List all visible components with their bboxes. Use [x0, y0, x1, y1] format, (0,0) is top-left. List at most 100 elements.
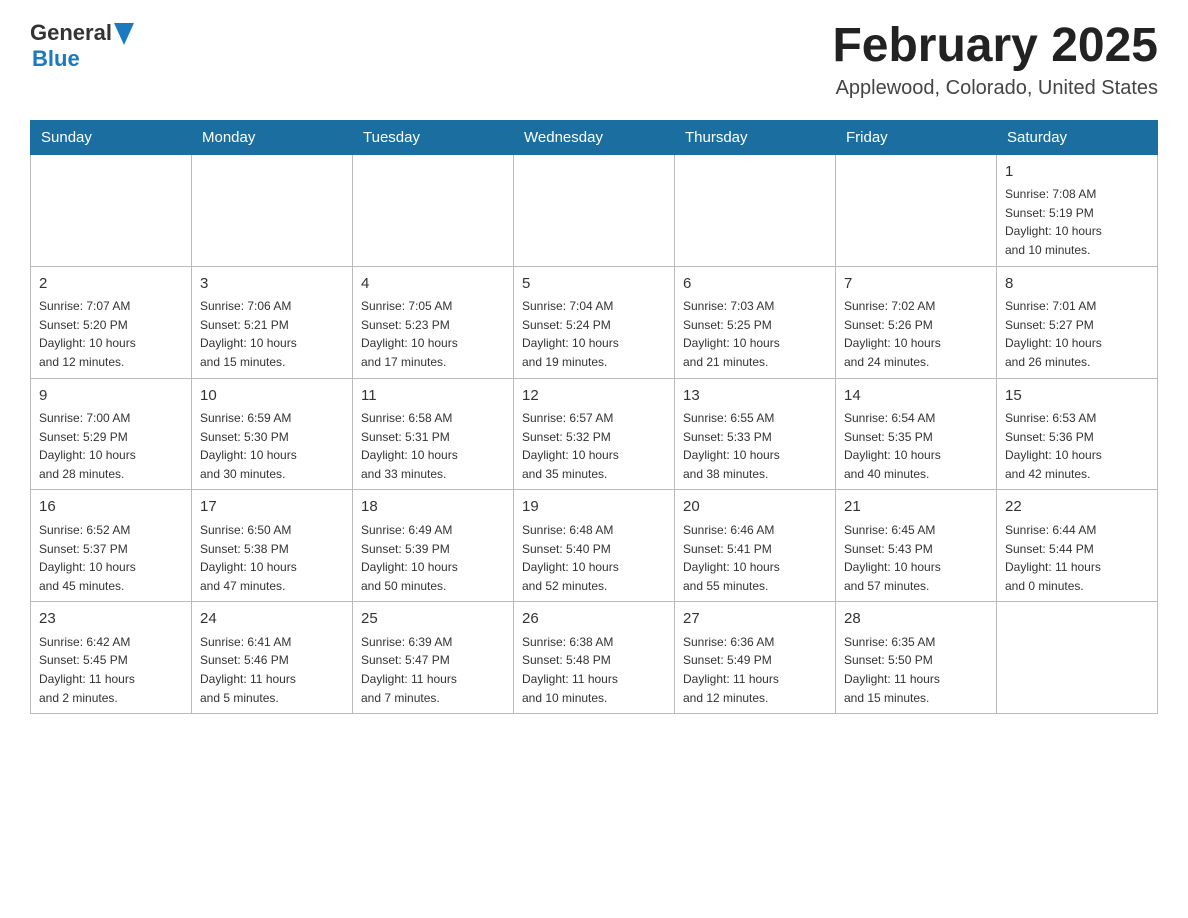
calendar-cell	[514, 154, 675, 266]
day-info: Sunrise: 6:42 AMSunset: 5:45 PMDaylight:…	[39, 633, 183, 707]
day-number: 27	[683, 608, 827, 631]
day-number: 23	[39, 608, 183, 631]
day-number: 19	[522, 496, 666, 519]
calendar-header-row: SundayMondayTuesdayWednesdayThursdayFrid…	[31, 120, 1158, 154]
calendar-cell	[997, 602, 1158, 714]
calendar-cell	[192, 154, 353, 266]
calendar-cell: 6Sunrise: 7:03 AMSunset: 5:25 PMDaylight…	[675, 266, 836, 378]
day-number: 21	[844, 496, 988, 519]
day-number: 2	[39, 273, 183, 296]
calendar-cell: 20Sunrise: 6:46 AMSunset: 5:41 PMDayligh…	[675, 490, 836, 602]
calendar-cell	[675, 154, 836, 266]
calendar-cell: 19Sunrise: 6:48 AMSunset: 5:40 PMDayligh…	[514, 490, 675, 602]
day-number: 9	[39, 385, 183, 408]
calendar-cell: 22Sunrise: 6:44 AMSunset: 5:44 PMDayligh…	[997, 490, 1158, 602]
day-info: Sunrise: 7:05 AMSunset: 5:23 PMDaylight:…	[361, 297, 505, 371]
calendar-day-header-sunday: Sunday	[31, 120, 192, 154]
day-number: 18	[361, 496, 505, 519]
day-info: Sunrise: 6:52 AMSunset: 5:37 PMDaylight:…	[39, 521, 183, 595]
day-number: 11	[361, 385, 505, 408]
calendar-cell: 8Sunrise: 7:01 AMSunset: 5:27 PMDaylight…	[997, 266, 1158, 378]
location-title: Applewood, Colorado, United States	[832, 77, 1158, 100]
calendar-cell: 26Sunrise: 6:38 AMSunset: 5:48 PMDayligh…	[514, 602, 675, 714]
calendar-cell: 14Sunrise: 6:54 AMSunset: 5:35 PMDayligh…	[836, 378, 997, 490]
day-number: 10	[200, 385, 344, 408]
calendar-day-header-wednesday: Wednesday	[514, 120, 675, 154]
day-info: Sunrise: 6:39 AMSunset: 5:47 PMDaylight:…	[361, 633, 505, 707]
day-info: Sunrise: 6:58 AMSunset: 5:31 PMDaylight:…	[361, 409, 505, 483]
calendar-cell: 5Sunrise: 7:04 AMSunset: 5:24 PMDaylight…	[514, 266, 675, 378]
calendar-cell: 12Sunrise: 6:57 AMSunset: 5:32 PMDayligh…	[514, 378, 675, 490]
calendar-day-header-tuesday: Tuesday	[353, 120, 514, 154]
day-number: 25	[361, 608, 505, 631]
day-info: Sunrise: 7:01 AMSunset: 5:27 PMDaylight:…	[1005, 297, 1149, 371]
calendar-cell: 1Sunrise: 7:08 AMSunset: 5:19 PMDaylight…	[997, 154, 1158, 266]
calendar-week-row: 16Sunrise: 6:52 AMSunset: 5:37 PMDayligh…	[31, 490, 1158, 602]
day-info: Sunrise: 7:06 AMSunset: 5:21 PMDaylight:…	[200, 297, 344, 371]
day-info: Sunrise: 6:48 AMSunset: 5:40 PMDaylight:…	[522, 521, 666, 595]
day-info: Sunrise: 6:46 AMSunset: 5:41 PMDaylight:…	[683, 521, 827, 595]
day-info: Sunrise: 6:54 AMSunset: 5:35 PMDaylight:…	[844, 409, 988, 483]
calendar-week-row: 1Sunrise: 7:08 AMSunset: 5:19 PMDaylight…	[31, 154, 1158, 266]
title-block: February 2025 Applewood, Colorado, Unite…	[832, 20, 1158, 100]
calendar-cell: 23Sunrise: 6:42 AMSunset: 5:45 PMDayligh…	[31, 602, 192, 714]
day-number: 1	[1005, 161, 1149, 184]
logo-arrow-icon	[114, 23, 134, 45]
month-title: February 2025	[832, 20, 1158, 73]
day-number: 28	[844, 608, 988, 631]
logo: General Blue	[30, 20, 134, 72]
day-number: 13	[683, 385, 827, 408]
page-header: General Blue February 2025 Applewood, Co…	[30, 20, 1158, 100]
day-number: 20	[683, 496, 827, 519]
day-number: 22	[1005, 496, 1149, 519]
calendar-cell: 25Sunrise: 6:39 AMSunset: 5:47 PMDayligh…	[353, 602, 514, 714]
calendar-table: SundayMondayTuesdayWednesdayThursdayFrid…	[30, 120, 1158, 714]
day-number: 4	[361, 273, 505, 296]
calendar-week-row: 23Sunrise: 6:42 AMSunset: 5:45 PMDayligh…	[31, 602, 1158, 714]
day-number: 26	[522, 608, 666, 631]
calendar-day-header-monday: Monday	[192, 120, 353, 154]
day-info: Sunrise: 7:00 AMSunset: 5:29 PMDaylight:…	[39, 409, 183, 483]
day-info: Sunrise: 6:59 AMSunset: 5:30 PMDaylight:…	[200, 409, 344, 483]
calendar-cell: 21Sunrise: 6:45 AMSunset: 5:43 PMDayligh…	[836, 490, 997, 602]
calendar-cell: 17Sunrise: 6:50 AMSunset: 5:38 PMDayligh…	[192, 490, 353, 602]
logo-general-text: General	[30, 20, 112, 46]
calendar-cell: 27Sunrise: 6:36 AMSunset: 5:49 PMDayligh…	[675, 602, 836, 714]
calendar-cell: 11Sunrise: 6:58 AMSunset: 5:31 PMDayligh…	[353, 378, 514, 490]
day-number: 7	[844, 273, 988, 296]
day-info: Sunrise: 7:07 AMSunset: 5:20 PMDaylight:…	[39, 297, 183, 371]
day-number: 15	[1005, 385, 1149, 408]
calendar-cell: 18Sunrise: 6:49 AMSunset: 5:39 PMDayligh…	[353, 490, 514, 602]
day-info: Sunrise: 7:04 AMSunset: 5:24 PMDaylight:…	[522, 297, 666, 371]
day-info: Sunrise: 6:41 AMSunset: 5:46 PMDaylight:…	[200, 633, 344, 707]
day-info: Sunrise: 7:08 AMSunset: 5:19 PMDaylight:…	[1005, 185, 1149, 259]
day-number: 24	[200, 608, 344, 631]
calendar-cell: 3Sunrise: 7:06 AMSunset: 5:21 PMDaylight…	[192, 266, 353, 378]
calendar-cell: 2Sunrise: 7:07 AMSunset: 5:20 PMDaylight…	[31, 266, 192, 378]
calendar-day-header-friday: Friday	[836, 120, 997, 154]
calendar-cell: 4Sunrise: 7:05 AMSunset: 5:23 PMDaylight…	[353, 266, 514, 378]
day-info: Sunrise: 7:03 AMSunset: 5:25 PMDaylight:…	[683, 297, 827, 371]
day-info: Sunrise: 6:49 AMSunset: 5:39 PMDaylight:…	[361, 521, 505, 595]
calendar-day-header-thursday: Thursday	[675, 120, 836, 154]
calendar-cell	[31, 154, 192, 266]
day-info: Sunrise: 6:38 AMSunset: 5:48 PMDaylight:…	[522, 633, 666, 707]
day-info: Sunrise: 7:02 AMSunset: 5:26 PMDaylight:…	[844, 297, 988, 371]
calendar-cell	[353, 154, 514, 266]
day-number: 12	[522, 385, 666, 408]
day-info: Sunrise: 6:55 AMSunset: 5:33 PMDaylight:…	[683, 409, 827, 483]
day-number: 5	[522, 273, 666, 296]
day-number: 6	[683, 273, 827, 296]
day-number: 8	[1005, 273, 1149, 296]
day-info: Sunrise: 6:57 AMSunset: 5:32 PMDaylight:…	[522, 409, 666, 483]
calendar-cell: 24Sunrise: 6:41 AMSunset: 5:46 PMDayligh…	[192, 602, 353, 714]
day-info: Sunrise: 6:50 AMSunset: 5:38 PMDaylight:…	[200, 521, 344, 595]
calendar-cell: 9Sunrise: 7:00 AMSunset: 5:29 PMDaylight…	[31, 378, 192, 490]
calendar-cell	[836, 154, 997, 266]
calendar-cell: 15Sunrise: 6:53 AMSunset: 5:36 PMDayligh…	[997, 378, 1158, 490]
day-info: Sunrise: 6:44 AMSunset: 5:44 PMDaylight:…	[1005, 521, 1149, 595]
calendar-cell: 13Sunrise: 6:55 AMSunset: 5:33 PMDayligh…	[675, 378, 836, 490]
calendar-cell: 10Sunrise: 6:59 AMSunset: 5:30 PMDayligh…	[192, 378, 353, 490]
day-info: Sunrise: 6:35 AMSunset: 5:50 PMDaylight:…	[844, 633, 988, 707]
calendar-day-header-saturday: Saturday	[997, 120, 1158, 154]
